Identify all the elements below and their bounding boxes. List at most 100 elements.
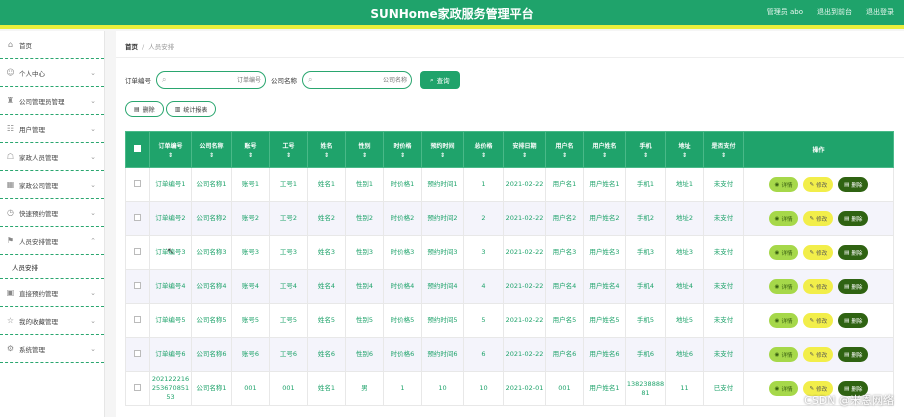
header-actions: 管理员 abo 退出到前台 退出登录	[767, 7, 894, 17]
column-header-label: 时价格	[393, 142, 412, 150]
batch-delete-button[interactable]: ▤ 删除	[125, 101, 164, 117]
sidebar-item[interactable]: ☖ 家政人员管理 ⌄	[0, 143, 104, 171]
logout-link[interactable]: 退出登录	[866, 7, 894, 17]
sort-icon[interactable]: ⇕	[626, 152, 665, 159]
column-header[interactable]: 手机 ⇕	[625, 131, 666, 168]
sidebar-item[interactable]: ♜ 公司管理员管理 ⌄	[0, 87, 104, 115]
stats-report-button[interactable]: ▥ 统计报表	[165, 101, 217, 117]
column-header[interactable]: 总价格 ⇕	[463, 131, 504, 168]
detail-button[interactable]: ◉ 详情	[768, 279, 799, 294]
detail-button[interactable]: ◉ 详情	[768, 381, 799, 396]
table-cell: 工号2	[269, 201, 308, 236]
table-cell: 用户名2	[545, 201, 584, 236]
row-checkbox[interactable]	[134, 349, 141, 357]
row-checkbox[interactable]	[134, 383, 141, 391]
table-cell: 公司名称2	[191, 201, 232, 236]
sidebar-item[interactable]: ⚙ 系统管理 ⌄	[0, 335, 104, 363]
edit-button[interactable]: ✎ 修改	[803, 177, 834, 192]
column-header[interactable]: 是否支付 ⇕	[703, 131, 744, 168]
edit-button[interactable]: ✎ 修改	[803, 279, 834, 294]
delete-button[interactable]: ▤ 删除	[838, 177, 869, 192]
column-header[interactable]: 预约时间 ⇕	[421, 131, 464, 168]
sort-icon[interactable]: ⇕	[546, 152, 583, 159]
actions-cell: ◉ 详情 ✎ 修改 ▤ 删除	[743, 167, 894, 202]
actions-cell: ◉ 详情 ✎ 修改 ▤ 删除	[743, 201, 894, 236]
breadcrumb-home[interactable]: 首页	[125, 43, 138, 51]
company-name-label: 公司名称	[271, 77, 297, 85]
edit-button[interactable]: ✎ 修改	[803, 313, 834, 328]
actions-cell: ◉ 详情 ✎ 修改 ▤ 删除	[743, 337, 894, 372]
column-header[interactable]: 时价格 ⇕	[383, 131, 422, 168]
sort-icon[interactable]: ⇕	[308, 152, 345, 159]
breadcrumb: 首页 / 人员安排	[125, 41, 174, 51]
column-header[interactable]: 账号 ⇕	[231, 131, 270, 168]
delete-button[interactable]: ▤ 删除	[838, 211, 869, 226]
column-header[interactable]: 地址 ⇕	[665, 131, 704, 168]
pencil-icon: ✎	[809, 249, 815, 256]
row-checkbox[interactable]	[134, 281, 141, 289]
sort-icon[interactable]: ⇕	[192, 152, 231, 159]
sidebar-item[interactable]: ☆ 我的收藏管理 ⌄	[0, 307, 104, 335]
select-all-checkbox[interactable]	[134, 145, 141, 152]
column-header[interactable]: 性别 ⇕	[345, 131, 384, 168]
detail-button[interactable]: ◉ 详情	[768, 177, 799, 192]
sidebar-item[interactable]: ◷ 快速预约管理 ⌄	[0, 199, 104, 227]
detail-button[interactable]: ◉ 详情	[768, 245, 799, 260]
edit-button[interactable]: ✎ 修改	[803, 347, 834, 362]
query-button[interactable]: ⌕ 查询	[420, 71, 460, 89]
row-checkbox[interactable]	[134, 179, 141, 187]
sidebar-item[interactable]: ⌂ 首页	[0, 31, 104, 59]
table-cell: 时价格5	[383, 303, 422, 338]
column-header[interactable]: 用户名 ⇕	[545, 131, 584, 168]
sort-icon[interactable]: ⇕	[464, 152, 503, 159]
column-header[interactable]: 工号 ⇕	[269, 131, 308, 168]
admin-icon: ♜	[6, 96, 15, 105]
column-header[interactable]: 安排日期 ⇕	[503, 131, 546, 168]
sidebar-item[interactable]: ⚑ 人员安排管理 ⌃	[0, 227, 104, 255]
detail-button[interactable]: ◉ 详情	[768, 347, 799, 362]
detail-button[interactable]: ◉ 详情	[768, 313, 799, 328]
column-header[interactable]: 姓名 ⇕	[307, 131, 346, 168]
sort-icon[interactable]: ⇕	[232, 152, 269, 159]
sort-icon[interactable]: ⇕	[384, 152, 421, 159]
edit-button-label: 修改	[816, 250, 828, 257]
order-number-input[interactable]	[173, 74, 261, 86]
sidebar-item[interactable]: ▦ 家政公司管理 ⌄	[0, 171, 104, 199]
column-header[interactable]: 订单编号 ⇕	[149, 131, 192, 168]
table-cell: 2021-02-22	[503, 269, 546, 304]
sort-icon[interactable]: ⇕	[704, 152, 743, 159]
sort-icon[interactable]: ⇕	[422, 152, 463, 159]
sort-icon[interactable]: ⇕	[666, 152, 703, 159]
users-icon: ☷	[6, 124, 15, 133]
row-checkbox[interactable]	[134, 247, 141, 255]
sidebar-item[interactable]: ☺ 个人中心 ⌄	[0, 59, 104, 87]
row-checkbox[interactable]	[134, 213, 141, 221]
row-checkbox[interactable]	[134, 315, 141, 323]
column-header[interactable]: 用户姓名 ⇕	[583, 131, 626, 168]
row-select-cell	[125, 371, 150, 406]
search-icon: ⌕	[308, 75, 313, 84]
table-cell: 未支付	[703, 303, 744, 338]
delete-button[interactable]: ▤ 删除	[838, 245, 869, 260]
delete-button[interactable]: ▤ 删除	[838, 279, 869, 294]
edit-button[interactable]: ✎ 修改	[803, 245, 834, 260]
sidebar-item[interactable]: ☷ 用户管理 ⌄	[0, 115, 104, 143]
sort-icon[interactable]: ⇕	[150, 152, 191, 159]
sidebar-subitem[interactable]: 人员安排	[0, 255, 104, 279]
sort-icon[interactable]: ⇕	[584, 152, 625, 159]
column-header[interactable]: 公司名称 ⇕	[191, 131, 232, 168]
table-row: 订单编号1 公司名称1 账号1 工号1 姓名1 性别1 时价格1 预约时间1 1 2021-02-…	[125, 167, 894, 202]
edit-button[interactable]: ✎ 修改	[803, 211, 834, 226]
sidebar-item[interactable]: ▣ 直接预约管理 ⌄	[0, 279, 104, 307]
sort-icon[interactable]: ⇕	[270, 152, 307, 159]
sort-icon[interactable]: ⇕	[346, 152, 383, 159]
company-name-input[interactable]	[319, 74, 407, 86]
order-number-field: ⌕	[156, 71, 266, 89]
main-content: 首页/人员安排 订单编号 ⌕ 公司名称 ⌕ ⌕查询 ▤删除 ▥统计报表 订单编号…	[116, 31, 904, 417]
row-select-cell	[125, 201, 150, 236]
detail-button[interactable]: ◉ 详情	[768, 211, 799, 226]
delete-button[interactable]: ▤ 删除	[838, 347, 869, 362]
delete-button[interactable]: ▤ 删除	[838, 313, 869, 328]
sort-icon[interactable]: ⇕	[504, 152, 545, 159]
exit-to-frontend-link[interactable]: 退出到前台	[817, 7, 852, 17]
